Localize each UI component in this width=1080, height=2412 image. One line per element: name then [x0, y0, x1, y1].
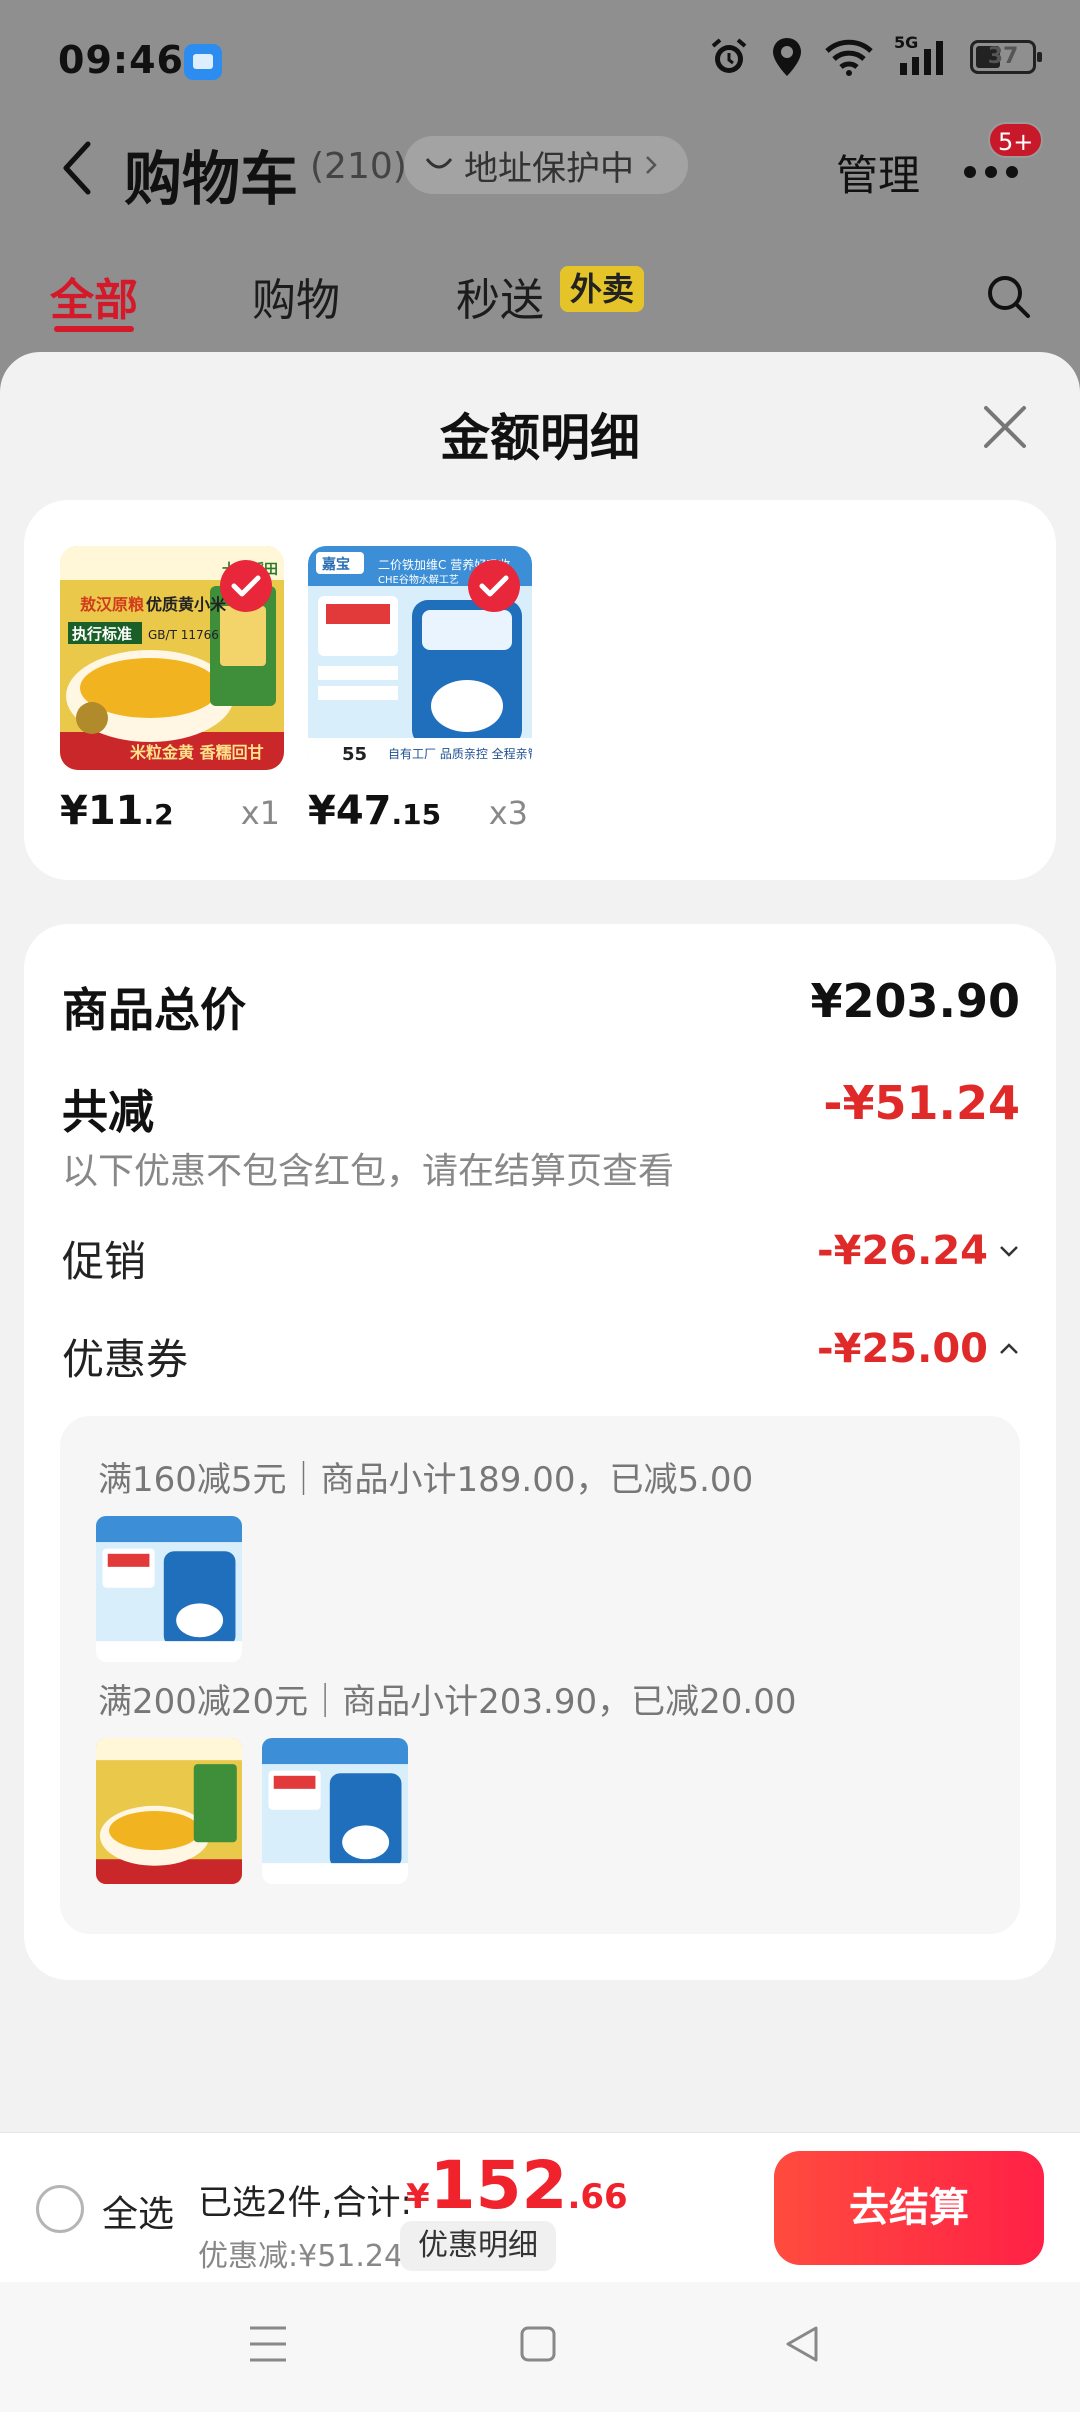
close-icon[interactable]	[980, 402, 1030, 452]
tab-shopping-label: 购物	[252, 275, 340, 326]
svg-text:55: 55	[342, 744, 367, 765]
selected-check-icon	[220, 560, 272, 612]
coupon-label: 优惠券	[62, 1335, 189, 1384]
reduction-note: 以下优惠不包含红包，请在结算页查看	[62, 1151, 675, 1192]
status-bar: 09:46 5G 37	[0, 0, 1080, 120]
selected-products-card: 敖汉原粮 优质黄小米 执行标准 GB/T 11766 十月稻田 米粒金黄 香糯回…	[24, 500, 1056, 880]
discount-detail-button[interactable]: 优惠明细	[400, 2221, 556, 2271]
cart-header: 购物车 (210) 地址保护中 管理 5+	[0, 118, 1080, 218]
wifi-icon	[825, 39, 873, 76]
battery-level: 37	[987, 44, 1019, 69]
coupon-row-toggle[interactable]: -¥25.00	[817, 1326, 1020, 1372]
status-icons: 5G 37	[708, 33, 1042, 78]
coupon-product-thumb-cereal	[96, 1516, 242, 1662]
svg-text:米粒金黄 香糯回甘: 米粒金黄 香糯回甘	[130, 743, 264, 762]
cart-count: (210)	[310, 146, 407, 187]
price-breakdown-card: 商品总价 ¥203.90 共减 -¥51.24 以下优惠不包含红包，请在结算页查…	[24, 924, 1056, 1980]
promotion-value: -¥26.24	[817, 1228, 988, 1274]
total-reduction-value: -¥51.24	[823, 1076, 1020, 1130]
select-all-label[interactable]: 全选	[102, 2185, 174, 2237]
promotion-label: 促销	[62, 1237, 147, 1286]
location-icon	[773, 38, 801, 76]
page-title: 购物车	[124, 145, 299, 213]
tab-instant-delivery-label: 秒送	[456, 275, 544, 326]
coupon-rule: 满160减5元｜商品小计189.00，已减5.00	[98, 1460, 754, 1500]
svg-text:嘉宝: 嘉宝	[321, 556, 350, 573]
svg-text:CHE谷物水解工艺: CHE谷物水解工艺	[378, 573, 459, 586]
product-price: ¥11.2	[60, 788, 174, 834]
cart-tabs: 全部 购物 秒送 外卖	[0, 250, 1080, 340]
product-item[interactable]: 敖汉原粮 优质黄小米 执行标准 GB/T 11766 十月稻田 米粒金黄 香糯回…	[60, 546, 284, 848]
discount-summary: 优惠减:¥51.24	[198, 2239, 404, 2274]
network-type: 5G	[894, 33, 919, 52]
back-triangle-icon[interactable]	[782, 2322, 822, 2366]
product-quantity: x3	[488, 794, 528, 832]
checkout-button[interactable]: 去结算	[774, 2151, 1044, 2265]
total-price-label: 商品总价	[62, 983, 246, 1037]
back-arrow-icon[interactable]	[58, 138, 98, 198]
selected-check-icon	[468, 560, 520, 612]
svg-text:优质黄小米: 优质黄小米	[146, 595, 227, 614]
product-image-millet: 敖汉原粮 优质黄小米 执行标准 GB/T 11766 十月稻田 米粒金黄 香糯回…	[60, 546, 284, 770]
address-protection-label: 地址保护中	[464, 148, 634, 189]
search-icon[interactable]	[984, 272, 1032, 320]
more-dots-icon[interactable]	[960, 162, 1022, 182]
battery-icon: 37	[970, 40, 1042, 74]
sheet-title: 金额明细	[440, 409, 640, 467]
tab-all[interactable]: 全部	[50, 264, 138, 332]
svg-text:自有工厂 品质亲控 全程亲管: 自有工厂 品质亲控 全程亲管	[388, 746, 532, 761]
chevron-right-icon	[646, 156, 657, 174]
total-price-value: ¥203.90	[810, 974, 1020, 1028]
smile-icon	[425, 158, 453, 169]
takeout-tag: 外卖	[560, 266, 645, 312]
menu-icon[interactable]	[248, 2322, 288, 2366]
tab-shopping[interactable]: 购物	[252, 264, 340, 328]
total-reduction-label: 共减	[62, 1085, 154, 1139]
checkout-bar: 全选 已选2件,合计: ¥152.66 优惠减:¥51.24 优惠明细 去结算	[0, 2132, 1080, 2282]
tab-active-underline	[54, 326, 134, 332]
coupon-value: -¥25.00	[817, 1326, 988, 1372]
address-protection-pill[interactable]: 地址保护中	[404, 136, 688, 194]
manage-button[interactable]: 管理	[836, 142, 920, 203]
product-item[interactable]: 嘉宝 二价铁加维C 营养好吸收 CHE谷物水解工艺 55 自有工厂 品质亲控 全…	[308, 546, 532, 848]
message-badge: 5+	[988, 122, 1044, 158]
amount-detail-sheet: 金额明细 敖汉原粮 优质黄小米 执行标准 GB/T 11766 米粒金黄 香糯回…	[0, 352, 1080, 2132]
svg-text:执行标准: 执行标准	[72, 625, 132, 643]
svg-text:GB/T 11766: GB/T 11766	[148, 628, 219, 642]
app-notification-icon	[184, 44, 222, 80]
chevron-up-icon	[1000, 1343, 1018, 1354]
product-price: ¥47.15	[308, 788, 442, 834]
system-nav-bar	[0, 2282, 1080, 2412]
select-all-radio[interactable]	[36, 2185, 84, 2233]
chevron-down-icon	[1000, 1246, 1018, 1257]
home-square-icon[interactable]	[518, 2322, 558, 2366]
coupon-product-thumb-cereal	[262, 1738, 408, 1884]
coupon-rule: 满200减20元｜商品小计203.90，已减20.00	[98, 1682, 797, 1722]
alarm-icon	[711, 38, 747, 73]
product-image-cereal: 嘉宝 二价铁加维C 营养好吸收 CHE谷物水解工艺 55 自有工厂 品质亲控 全…	[308, 546, 532, 770]
selected-summary: 已选2件,合计:	[198, 2183, 412, 2223]
product-quantity: x1	[240, 794, 280, 832]
promotion-row-toggle[interactable]: -¥26.24	[817, 1228, 1020, 1274]
status-time: 09:46	[58, 38, 184, 82]
checkout-total: ¥152.66	[406, 2147, 628, 2224]
tab-all-label: 全部	[50, 275, 138, 326]
svg-text:敖汉原粮: 敖汉原粮	[80, 595, 144, 614]
tab-instant-delivery[interactable]: 秒送	[456, 264, 544, 328]
signal-icon: 5G	[894, 33, 950, 77]
coupon-product-thumb-millet	[96, 1738, 242, 1884]
coupon-detail-box: 满160减5元｜商品小计189.00，已减5.00 满200减20元｜商品小计2…	[60, 1416, 1020, 1934]
